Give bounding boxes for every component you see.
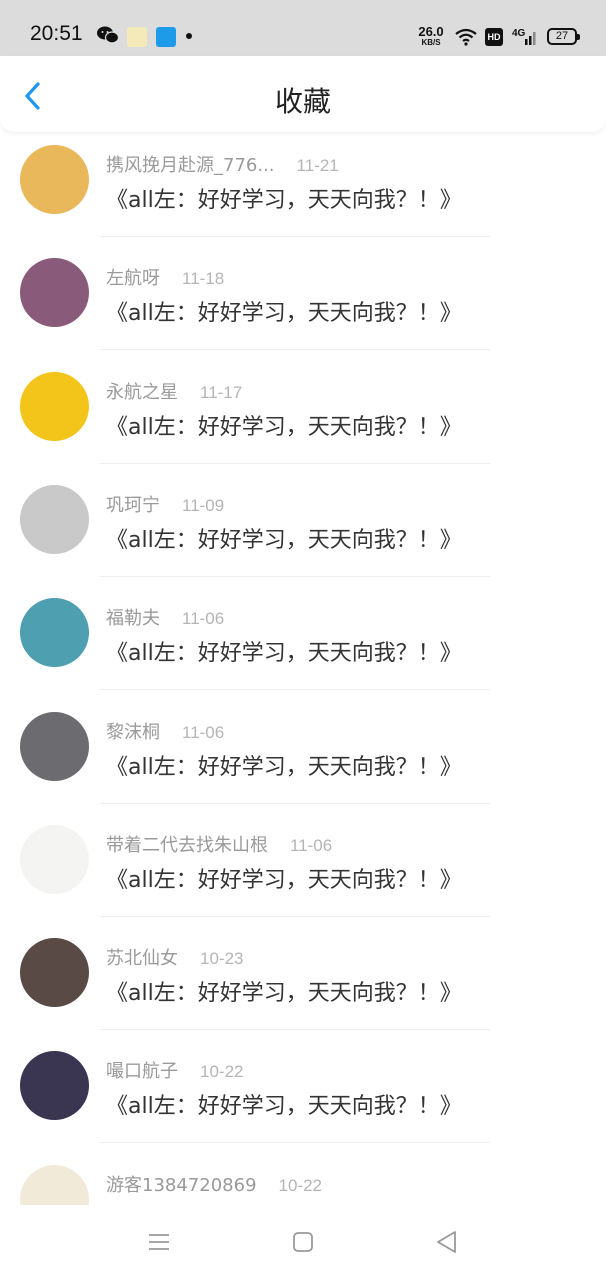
item-meta: 苏北仙女 10-23 (106, 944, 243, 970)
item-title[interactable]: 《all左：好好学习，天天向我？！》 (106, 295, 462, 327)
avatar[interactable] (20, 938, 89, 1008)
favorite-item[interactable]: 福勒夫 11-06 《all左：好好学习，天天向我？！》 (0, 585, 606, 698)
status-time: 20:51 (30, 22, 83, 45)
favorite-item[interactable]: 游客1384720869 10-22 (0, 1152, 606, 1205)
system-nav-bar (0, 1205, 606, 1280)
author-name[interactable]: 黎沫桐 (106, 722, 160, 743)
favorite-item[interactable]: 携风挽月赴源_776... 11-21 《all左：好好学习，天天向我？！》 (0, 132, 606, 245)
item-date: 11-17 (200, 382, 243, 402)
signal-icon: 4G (512, 28, 536, 45)
favorite-item[interactable]: 嘬口航子 10-22 《all左：好好学习，天天向我？！》 (0, 1038, 606, 1151)
avatar[interactable] (20, 598, 89, 668)
avatar[interactable] (20, 371, 89, 441)
divider (100, 1142, 490, 1144)
divider (100, 462, 490, 464)
divider (100, 915, 490, 917)
hd-voice-icon: HD (485, 28, 503, 46)
divider (100, 802, 490, 804)
item-title[interactable]: 《all左：好好学习，天天向我？！》 (106, 409, 462, 441)
app-notification-icon (127, 27, 147, 47)
item-title[interactable]: 《all左：好好学习，天天向我？！》 (106, 749, 462, 781)
item-date: 10-22 (200, 1062, 244, 1082)
network-speed: 26.0 KB/S (418, 24, 444, 47)
favorite-item[interactable]: 黎沫桐 11-06 《all左：好好学习，天天向我？！》 (0, 699, 606, 812)
avatar[interactable] (20, 1051, 89, 1121)
item-date: 11-09 (182, 495, 225, 515)
page-header: 收藏 (0, 56, 606, 132)
item-title[interactable]: 《all左：好好学习，天天向我？！》 (106, 635, 462, 667)
divider (100, 689, 490, 691)
item-date: 10-23 (200, 949, 244, 969)
avatar[interactable] (20, 258, 89, 328)
avatar[interactable] (20, 145, 89, 214)
page-title: 收藏 (274, 85, 331, 118)
favorite-item[interactable]: 苏北仙女 10-23 《all左：好好学习，天天向我？！》 (0, 925, 606, 1038)
item-title[interactable]: 《all左：好好学习，天天向我？！》 (106, 1088, 462, 1120)
item-meta: 左航呀 11-18 (106, 264, 224, 290)
wifi-icon (455, 28, 477, 46)
author-name[interactable]: 巩珂宁 (106, 495, 160, 516)
author-name[interactable]: 嘬口航子 (106, 1061, 178, 1082)
item-meta: 永航之星 11-17 (106, 378, 242, 404)
author-name[interactable]: 带着二代去找朱山根 (106, 835, 268, 856)
favorite-item[interactable]: 带着二代去找朱山根 11-06 《all左：好好学习，天天向我？！》 (0, 812, 606, 925)
favorite-item[interactable]: 永航之星 11-17 《all左：好好学习，天天向我？！》 (0, 359, 606, 472)
item-meta: 巩珂宁 11-09 (106, 491, 224, 517)
menu-icon[interactable] (146, 1229, 172, 1255)
avatar[interactable] (20, 711, 89, 781)
item-date: 11-21 (296, 156, 339, 175)
item-title[interactable]: 《all左：好好学习，天天向我？！》 (106, 182, 462, 214)
author-name[interactable]: 永航之星 (106, 382, 178, 403)
item-title[interactable]: 《all左：好好学习，天天向我？！》 (106, 862, 462, 894)
item-meta: 嘬口航子 10-22 (106, 1057, 243, 1083)
avatar[interactable] (20, 824, 89, 894)
item-meta: 游客1384720869 10-22 (106, 1171, 322, 1197)
divider (100, 236, 490, 237)
divider (100, 575, 490, 577)
item-meta: 福勒夫 11-06 (106, 604, 224, 630)
favorite-item[interactable]: 左航呀 11-18 《all左：好好学习，天天向我？！》 (0, 245, 606, 358)
favorite-item[interactable]: 巩珂宁 11-09 《all左：好好学习，天天向我？！》 (0, 472, 606, 585)
author-name[interactable]: 苏北仙女 (106, 948, 178, 969)
back-triangle-icon[interactable] (434, 1229, 460, 1255)
author-name[interactable]: 携风挽月赴源_776... (106, 155, 275, 176)
item-meta: 携风挽月赴源_776... 11-21 (106, 151, 339, 177)
avatar[interactable] (20, 1164, 89, 1205)
divider (100, 1029, 490, 1031)
item-date: 11-18 (182, 269, 225, 289)
favorites-list: 携风挽月赴源_776... 11-21 《all左：好好学习，天天向我？！》 左航呀 1… (0, 132, 606, 1205)
item-meta: 黎沫桐 11-06 (106, 718, 224, 744)
author-name[interactable]: 游客1384720869 (106, 1175, 257, 1196)
item-date: 11-06 (182, 722, 225, 742)
item-title[interactable]: 《all左：好好学习，天天向我？！》 (106, 522, 462, 554)
avatar[interactable] (20, 484, 89, 554)
browser-notification-icon (156, 27, 176, 47)
author-name[interactable]: 福勒夫 (106, 608, 160, 629)
wechat-icon (97, 26, 119, 44)
svg-text:4G: 4G (512, 28, 526, 39)
status-bar: 20:51 26.0 KB/S HD 4G 27 (0, 0, 606, 56)
item-date: 11-06 (182, 609, 225, 629)
more-notifications-dot (186, 33, 192, 39)
item-meta: 带着二代去找朱山根 11-06 (106, 831, 332, 857)
battery-indicator: 27 (547, 28, 580, 45)
item-date: 10-22 (278, 1175, 323, 1195)
author-name[interactable]: 左航呀 (106, 268, 160, 289)
item-title[interactable]: 《all左：好好学习，天天向我？！》 (106, 975, 462, 1007)
home-square-icon[interactable] (290, 1229, 316, 1255)
item-date: 11-06 (290, 835, 333, 855)
divider (100, 349, 490, 351)
